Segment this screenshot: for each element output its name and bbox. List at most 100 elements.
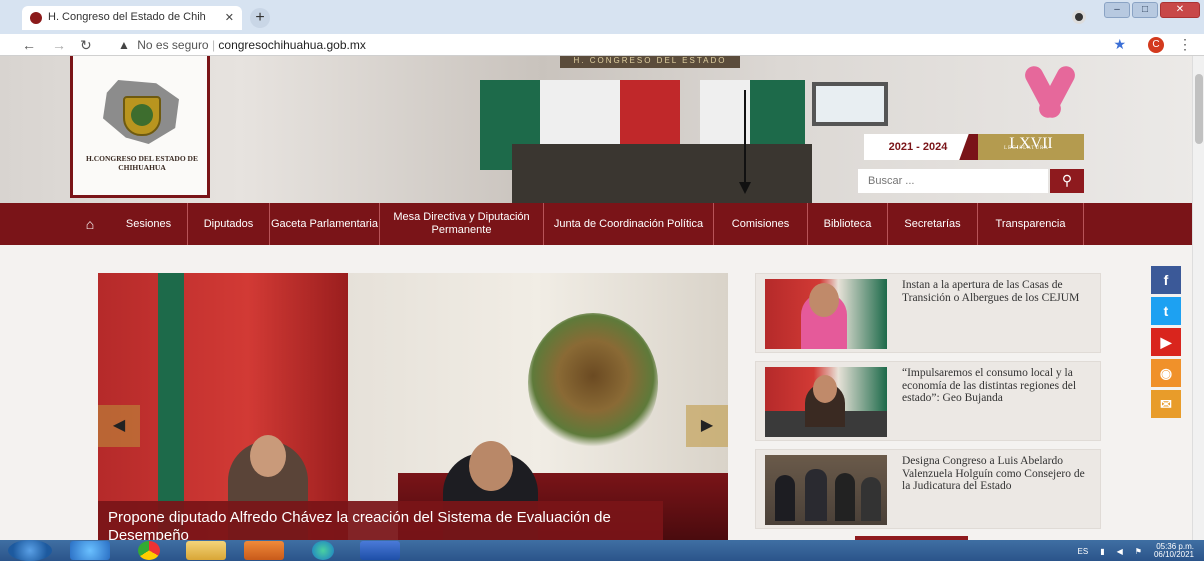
home-icon[interactable]: ⌂ — [70, 203, 110, 245]
nav-label: Biblioteca — [823, 217, 872, 230]
search-button[interactable]: ⚲ — [1050, 169, 1084, 193]
nav-item-biblioteca[interactable]: Biblioteca — [808, 203, 888, 245]
nav-item-comisiones[interactable]: Comisiones — [714, 203, 808, 245]
maximize-button[interactable]: □ — [1132, 2, 1158, 18]
news-title[interactable]: Designa Congreso a Luis Abelardo Valenzu… — [902, 455, 1092, 493]
news-item[interactable]: Designa Congreso a Luis Abelardo Valenzu… — [755, 449, 1101, 529]
nav-item-gaceta[interactable]: Gaceta Parlamentaria — [270, 203, 380, 245]
start-button[interactable] — [8, 540, 52, 561]
clock-date: 06/10/2021 — [1153, 550, 1194, 559]
site-search: ⚲ — [858, 169, 1084, 193]
youtube-icon[interactable]: ▶ — [1151, 328, 1181, 356]
browser-menu-icon[interactable]: ⋮ — [1178, 36, 1192, 53]
nav-label: Comisiones — [731, 217, 790, 230]
profile-avatar[interactable]: C — [1148, 37, 1164, 53]
flag-eagle-emblem — [528, 313, 658, 453]
news-thumbnail[interactable] — [765, 279, 887, 349]
rss-icon[interactable]: ◉ — [1151, 359, 1181, 387]
logo-text: H.CONGRESO DEL ESTADO DE CHIHUAHUA — [86, 154, 198, 172]
legislature-years: 2021 - 2024 — [864, 134, 972, 160]
legislature-badge: 2021 - 2024 LXVII LEGISLATURA — [864, 134, 1084, 160]
news-thumbnail[interactable] — [765, 455, 887, 525]
windows-taskbar: ES ▮ ◀ ⚑ 05:36 p.m. 06/10/2021 — [0, 540, 1204, 561]
news-thumbnail[interactable] — [765, 367, 887, 437]
nav-label: Junta de Coordinación Política — [553, 217, 704, 230]
tab-close-icon[interactable]: ✕ — [225, 11, 234, 24]
url-text: congresochihuahua.gob.mx — [218, 38, 366, 52]
address-bar: ← → ↻ ▲ No es seguro | congresochihuahua… — [0, 34, 1204, 56]
file-explorer-icon[interactable] — [186, 541, 226, 560]
annotation-arrow — [739, 90, 751, 194]
legislature-word: LEGISLATURA — [1004, 146, 1049, 151]
news-item[interactable]: “Impulsaremos el consumo local y la econ… — [755, 361, 1101, 441]
nav-label: Sesiones — [125, 217, 172, 230]
edge-icon[interactable] — [312, 541, 334, 560]
close-window-button[interactable]: ✕ — [1160, 2, 1200, 18]
internet-explorer-icon[interactable] — [70, 541, 110, 560]
nav-label: Diputados — [203, 217, 254, 230]
facebook-icon[interactable]: f — [1151, 266, 1181, 294]
nav-item-transparencia[interactable]: Transparencia — [978, 203, 1084, 245]
forward-arrow-icon[interactable]: → — [52, 37, 66, 53]
pink-ribbon-icon — [1018, 62, 1080, 128]
media-player-icon[interactable] — [244, 541, 284, 560]
main-navigation: ⌂ Sesiones Diputados Gaceta Parlamentari… — [0, 203, 1204, 245]
network-icon[interactable]: ▮ — [1100, 547, 1104, 556]
tab-title: H. Congreso del Estado de Chih — [48, 11, 206, 23]
new-tab-button[interactable]: + — [250, 8, 270, 28]
state-crest-icon — [123, 96, 161, 136]
header-banner: H. CONGRESO DEL ESTADO H.CONGRESO DEL ES… — [0, 56, 1204, 203]
reload-icon[interactable]: ↻ — [80, 37, 92, 54]
window-controls: – □ ✕ — [1104, 2, 1200, 18]
nav-item-diputados[interactable]: Diputados — [188, 203, 270, 245]
slider-prev-button[interactable]: ◀ — [98, 405, 140, 447]
social-links: f t ▶ ◉ ✉ — [1151, 266, 1183, 421]
back-arrow-icon[interactable]: ← — [22, 37, 36, 53]
slide-flag-green — [158, 273, 184, 540]
nav-label: Transparencia — [995, 217, 1066, 230]
caret-left-icon: ◀ — [112, 417, 126, 434]
news-item[interactable]: Instan a la apertura de las Casas de Tra… — [755, 273, 1101, 353]
nav-item-secretarias[interactable]: Secretarías — [888, 203, 978, 245]
nav-label: Gaceta Parlamentaria — [271, 217, 378, 230]
news-slider[interactable]: ◀ ▶ Propone diputado Alfredo Chávez la c… — [98, 273, 728, 540]
nav-item-junta-coordinacion[interactable]: Junta de Coordinación Política — [544, 203, 714, 245]
chamber-screen — [812, 82, 888, 126]
clock[interactable]: 05:36 p.m. 06/10/2021 — [1154, 543, 1194, 559]
twitter-icon[interactable]: t — [1151, 297, 1181, 325]
search-icon: ⚲ — [1061, 172, 1073, 188]
page-scrollbar[interactable] — [1192, 56, 1204, 540]
nav-label: Mesa Directiva y Diputación Permanente — [393, 211, 530, 236]
legislature-number: LXVII LEGISLATURA — [978, 134, 1084, 160]
search-input[interactable] — [858, 169, 1048, 193]
chamber-podium — [512, 144, 812, 203]
ceiling-inscription: H. CONGRESO DEL ESTADO — [560, 56, 740, 68]
nav-item-sesiones[interactable]: Sesiones — [110, 203, 188, 245]
language-indicator[interactable]: ES — [1078, 547, 1089, 556]
url-field[interactable]: ▲ No es seguro | congresochihuahua.gob.m… — [118, 38, 366, 52]
word-icon[interactable] — [360, 541, 400, 560]
scrollbar-thumb[interactable] — [1195, 74, 1203, 144]
flag-icon[interactable]: ⚑ — [1135, 547, 1142, 556]
system-tray: ES ▮ ◀ ⚑ 05:36 p.m. 06/10/2021 — [1078, 543, 1194, 559]
chrome-icon[interactable] — [138, 541, 160, 560]
browser-tabstrip: H. Congreso del Estado de Chih ✕ + – □ ✕ — [0, 0, 1204, 34]
nav-label: Secretarías — [904, 217, 961, 230]
caret-right-icon: ▶ — [700, 417, 714, 434]
record-icon[interactable] — [1072, 10, 1086, 24]
bookmark-star-icon[interactable]: ★ — [1113, 36, 1126, 53]
nav-item-mesa-directiva[interactable]: Mesa Directiva y Diputación Permanente — [380, 203, 544, 245]
news-title[interactable]: “Impulsaremos el consumo local y la econ… — [902, 367, 1092, 405]
slide-caption[interactable]: Propone diputado Alfredo Chávez la creac… — [98, 501, 663, 540]
slider-next-button[interactable]: ▶ — [686, 405, 728, 447]
site-favicon-icon — [30, 12, 42, 24]
congress-logo[interactable]: H.CONGRESO DEL ESTADO DE CHIHUAHUA — [70, 56, 210, 198]
minimize-button[interactable]: – — [1104, 2, 1130, 18]
warning-triangle-icon: ▲ — [118, 38, 130, 52]
volume-icon[interactable]: ◀ — [1117, 547, 1123, 556]
news-title[interactable]: Instan a la apertura de las Casas de Tra… — [902, 279, 1092, 304]
email-icon[interactable]: ✉ — [1151, 390, 1181, 418]
web-page: H. CONGRESO DEL ESTADO H.CONGRESO DEL ES… — [0, 56, 1204, 540]
security-label: No es seguro — [137, 38, 209, 52]
browser-tab[interactable]: H. Congreso del Estado de Chih ✕ — [22, 6, 242, 30]
